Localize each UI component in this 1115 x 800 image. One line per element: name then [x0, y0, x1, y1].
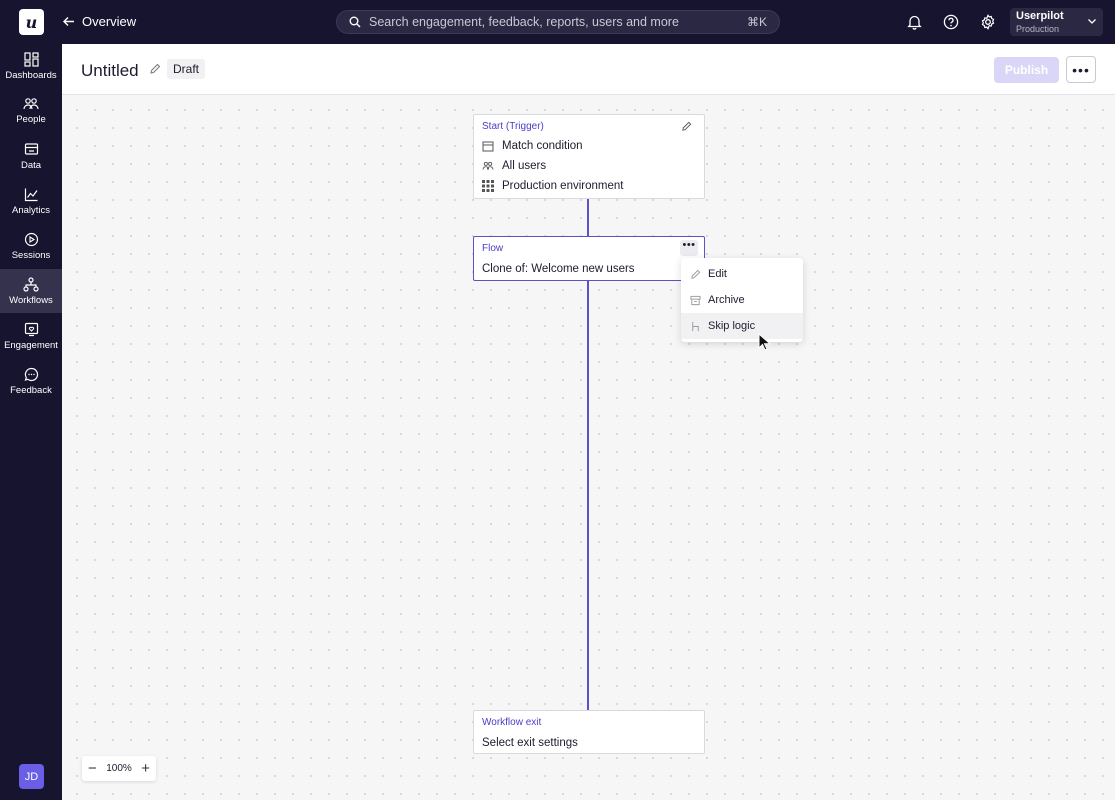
pencil-icon	[691, 269, 701, 279]
exit-settings-label: Select exit settings	[482, 737, 578, 749]
zoom-control: − 100% +	[82, 756, 156, 781]
sidebar-item-label: Feedback	[10, 384, 52, 396]
menu-item-label: Archive	[708, 294, 745, 306]
account-name: Userpilot	[1016, 10, 1064, 22]
page-title[interactable]: Untitled	[81, 61, 139, 81]
people-icon	[23, 98, 39, 110]
condition-icon	[482, 140, 494, 152]
bell-icon[interactable]	[904, 12, 924, 32]
flow-context-menu: Edit Archive Skip logic	[681, 258, 803, 342]
sidebar-item-feedback[interactable]: Feedback	[0, 359, 62, 403]
sidebar-item-label: Data	[20, 159, 42, 171]
app-logo[interactable]: u	[19, 9, 44, 35]
page-header: Untitled Draft Publish •••	[62, 44, 1115, 95]
menu-item-edit[interactable]: Edit	[681, 261, 803, 287]
flow-heading: Flow	[482, 243, 504, 254]
exit-settings: Select exit settings	[482, 737, 578, 749]
exit-heading: Workflow exit	[482, 717, 542, 728]
connector-line	[587, 198, 589, 237]
sidebar-item-sessions[interactable]: Sessions	[0, 224, 62, 268]
pencil-icon[interactable]	[149, 63, 161, 75]
sidebar-item-analytics[interactable]: Analytics	[0, 179, 62, 223]
flow-card[interactable]: Flow ••• Clone of: Welcome new users	[473, 236, 705, 281]
search-icon	[349, 16, 361, 28]
publish-button[interactable]: Publish	[994, 57, 1059, 83]
zoom-out-button[interactable]: −	[88, 760, 97, 777]
trigger-row-audience: All users	[482, 160, 546, 172]
chat-icon	[24, 367, 38, 381]
menu-item-skip-logic[interactable]: Skip logic	[681, 313, 803, 339]
flow-name-label: Clone of: Welcome new users	[482, 263, 635, 275]
connector-line	[587, 281, 589, 710]
trigger-card[interactable]: Start (Trigger) Match condition All user…	[473, 114, 705, 199]
sidebar-item-label: People	[16, 114, 46, 125]
sidebar-item-label: Engagement	[4, 339, 58, 351]
user-avatar[interactable]: JD	[19, 764, 44, 789]
sidebar-item-engagement[interactable]: Engagement	[0, 314, 62, 358]
workflow-exit-card[interactable]: Workflow exit Select exit settings	[473, 710, 705, 754]
dashboard-icon	[23, 51, 39, 67]
analytics-icon	[24, 188, 37, 201]
sidebar-item-label: Workflows	[9, 294, 53, 306]
more-options-button[interactable]: •••	[1066, 56, 1096, 83]
flow-menu-button[interactable]: •••	[680, 240, 698, 256]
branch-icon	[692, 321, 699, 331]
sidebar-item-label: Dashboards	[5, 69, 57, 81]
chevron-down-icon	[1088, 19, 1096, 24]
pencil-icon[interactable]	[681, 121, 692, 132]
search-placeholder: Search engagement, feedback, reports, us…	[369, 15, 679, 29]
trigger-row-label: Match condition	[502, 140, 583, 152]
gear-icon[interactable]	[978, 12, 998, 32]
status-badge: Draft	[167, 59, 206, 79]
global-search-input[interactable]: Search engagement, feedback, reports, us…	[336, 10, 780, 34]
menu-item-label: Skip logic	[708, 320, 756, 332]
play-icon	[24, 232, 38, 246]
account-switcher[interactable]: Userpilot Production	[1010, 8, 1103, 36]
trigger-row-environment: Production environment	[482, 180, 623, 192]
sidebar-item-dashboards[interactable]: Dashboards	[0, 44, 62, 88]
zoom-in-button[interactable]: +	[141, 760, 150, 777]
trigger-row-condition: Match condition	[482, 140, 583, 152]
archive-icon	[690, 295, 701, 305]
menu-item-archive[interactable]: Archive	[681, 287, 803, 313]
arrow-left-icon	[63, 17, 74, 26]
engagement-icon	[24, 322, 38, 336]
workflow-icon	[23, 276, 39, 292]
flow-name: Clone of: Welcome new users	[482, 263, 635, 275]
sidebar-item-data[interactable]: Data	[0, 134, 62, 178]
account-environment: Production	[1016, 24, 1060, 34]
search-shortcut: ⌘K	[746, 15, 767, 29]
mouse-cursor-icon	[758, 333, 772, 351]
grid-icon	[482, 180, 494, 192]
sidebar-item-label: Analytics	[11, 204, 50, 216]
trigger-heading: Start (Trigger)	[482, 121, 544, 132]
data-icon	[24, 142, 38, 155]
back-to-overview-link[interactable]: Overview	[62, 14, 136, 29]
trigger-row-label: All users	[502, 160, 547, 172]
sidebar-item-workflows[interactable]: Workflows	[0, 269, 62, 313]
top-bar: u Overview Search engagement, feedback, …	[0, 0, 1115, 44]
trigger-row-label: Production environment	[502, 180, 624, 192]
zoom-level: 100%	[106, 763, 132, 774]
sidebar-item-people[interactable]: People	[0, 89, 62, 133]
sidebar-item-label: Sessions	[11, 249, 51, 261]
help-icon[interactable]	[941, 12, 961, 32]
back-label: Overview	[82, 14, 137, 29]
sidebar: Dashboards People Data Analytics Session…	[0, 44, 62, 800]
people-icon	[482, 160, 494, 172]
menu-item-label: Edit	[708, 268, 727, 280]
